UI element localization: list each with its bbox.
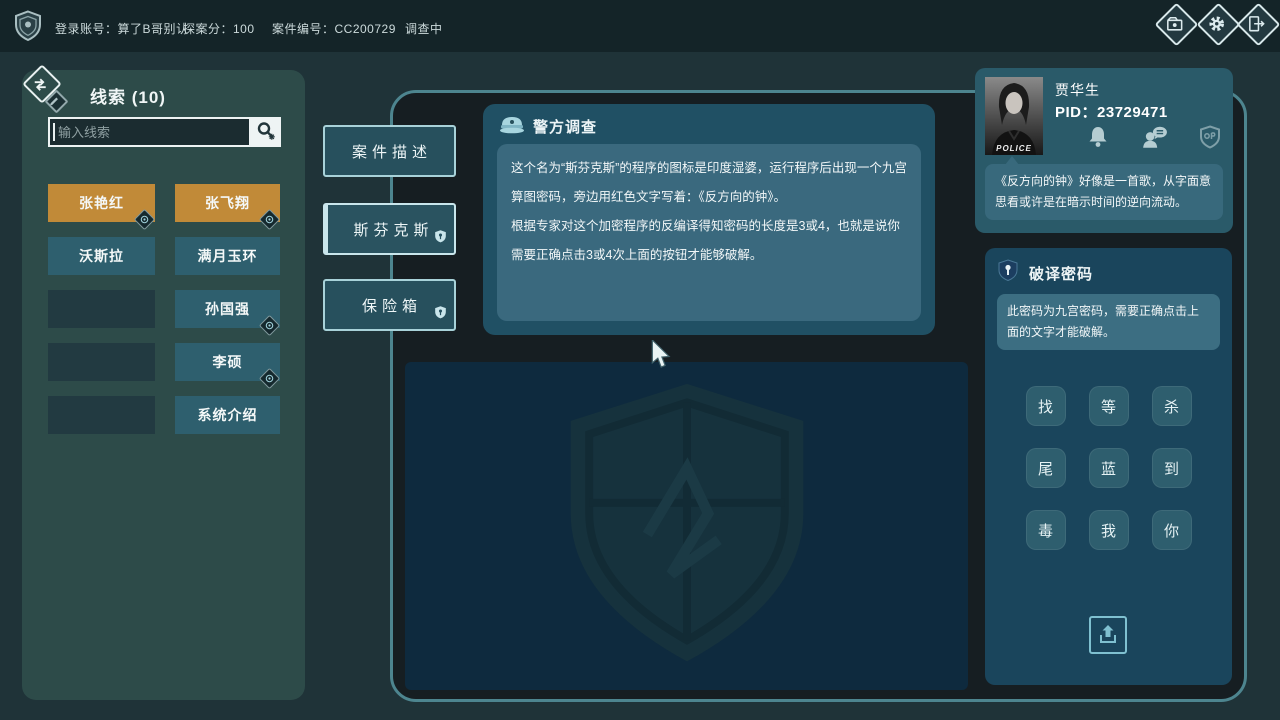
chat-person-icon[interactable] [1141, 124, 1168, 155]
viewed-badge-icon [134, 209, 155, 230]
keypad-cell[interactable]: 蓝 [1089, 448, 1129, 488]
clue-slot-empty [48, 343, 155, 381]
keypad-cell[interactable]: 我 [1089, 510, 1129, 550]
clue-button[interactable]: 系统介绍 [175, 396, 280, 434]
notification-bell-icon[interactable] [1085, 124, 1111, 155]
submit-upload-button[interactable] [1089, 616, 1127, 654]
lock-shield-icon [434, 229, 447, 248]
login-account-label: 登录账号：算了B哥别认 [55, 20, 189, 37]
tab-case-description[interactable]: 案件描述 [323, 125, 456, 177]
tab-label: 斯芬克斯 [353, 219, 433, 240]
photo-caption: POLICE [985, 144, 1043, 153]
clue-label: 张飞翔 [205, 193, 250, 213]
badge-shield-icon[interactable] [1197, 124, 1223, 155]
nine-grid-keypad: 找 等 杀 尾 蓝 到 毒 我 你 [985, 386, 1232, 550]
police-cap-icon [499, 114, 525, 139]
profile-hint-bubble: 《反方向的钟》好像是一首歌，从字面意思看或许是在暗示时间的逆向流动。 [985, 164, 1223, 220]
keypad-cell[interactable]: 尾 [1026, 448, 1066, 488]
police-investigation-section: 警方调查 这个名为“斯芬克斯”的程序的图标是印度湿婆，运行程序后出现一个九宫算图… [483, 104, 935, 335]
top-bar: 登录账号：算了B哥别认 探案分：100 案件编号：CC200729 调查中 [0, 0, 1280, 52]
tab-safe-box[interactable]: 保险箱 [323, 279, 456, 331]
clue-label: 满月玉环 [198, 246, 258, 266]
clue-button[interactable]: 李硕 [175, 343, 280, 381]
viewed-badge-icon [259, 315, 280, 336]
clue-button[interactable]: 满月玉环 [175, 237, 280, 275]
profile-photo[interactable]: POLICE [985, 77, 1043, 155]
exit-button[interactable] [1237, 3, 1280, 47]
profile-card: POLICE 贾华生 PID：23729471 《反方向的钟》好像是一首歌，从字… [975, 68, 1233, 233]
clue-panel: 线索 (10) 张艳红 张飞翔 沃斯拉 满月玉环 孙国强 [22, 70, 305, 700]
app-shield-logo-icon [12, 6, 44, 51]
tab-label: 保险箱 [362, 295, 422, 316]
upload-icon [1096, 622, 1120, 649]
keypad-cell[interactable]: 找 [1026, 386, 1066, 426]
clue-button[interactable]: 孙国强 [175, 290, 280, 328]
detective-score-label: 探案分：100 [183, 20, 255, 37]
keypad-cell[interactable]: 毒 [1026, 510, 1066, 550]
decrypt-hint-box: 此密码为九宫密码，需要正确点击上面的文字才能破解。 [997, 294, 1220, 350]
lock-shield-icon [434, 305, 447, 324]
archive-button[interactable] [1155, 3, 1199, 47]
viewed-badge-icon [259, 209, 280, 230]
investigation-text-box: 这个名为“斯芬克斯”的程序的图标是印度湿婆，运行程序后出现一个九宫算图密码，旁边… [497, 144, 921, 321]
keypad-cell[interactable]: 等 [1089, 386, 1129, 426]
profile-name: 贾华生 [1055, 80, 1100, 100]
tab-label: 案件描述 [352, 141, 432, 162]
decrypt-panel: 破译密码 此密码为九宫密码，需要正确点击上面的文字才能破解。 找 等 杀 尾 蓝… [985, 248, 1232, 685]
exit-icon [1247, 14, 1266, 38]
keypad-cell[interactable]: 杀 [1152, 386, 1192, 426]
archive-icon [1165, 14, 1184, 38]
clue-label: 孙国强 [205, 299, 250, 319]
investigation-paragraph: 这个名为“斯芬克斯”的程序的图标是印度湿婆，运行程序后出现一个九宫算图密码，旁边… [511, 154, 907, 212]
clue-slot-empty [48, 396, 155, 434]
decrypt-title: 破译密码 [1029, 263, 1093, 284]
investigation-title: 警方调查 [533, 116, 597, 137]
clue-button[interactable]: 张飞翔 [175, 184, 280, 222]
puzzle-stage [405, 362, 968, 690]
text-caret [53, 123, 55, 141]
clue-button[interactable]: 张艳红 [48, 184, 155, 222]
settings-gear-icon [1207, 14, 1226, 38]
search-button[interactable] [251, 117, 281, 147]
clue-label: 系统介绍 [198, 405, 258, 425]
keypad-cell[interactable]: 你 [1152, 510, 1192, 550]
investigation-paragraph: 根据专家对这个加密程序的反编译得知密码的长度是3或4，也就是说你需要正确点击3或… [511, 212, 907, 270]
settings-button[interactable] [1197, 3, 1241, 47]
case-status-label: 调查中 [405, 20, 443, 37]
clue-button[interactable]: 沃斯拉 [48, 237, 155, 275]
search-icon [255, 120, 277, 145]
profile-pid: PID：23729471 [1055, 101, 1168, 122]
tab-sphinx[interactable]: 斯芬克斯 [323, 203, 456, 255]
case-number-label: 案件编号：CC200729 [272, 20, 396, 37]
keypad-cell[interactable]: 到 [1152, 448, 1192, 488]
clue-label: 张艳红 [79, 193, 124, 213]
search-input[interactable] [48, 117, 251, 147]
clue-slot-empty [48, 290, 155, 328]
clue-label: 沃斯拉 [79, 246, 124, 266]
lock-shield-icon [997, 258, 1019, 288]
watermark-shield-icon [551, 376, 823, 677]
clue-panel-title: 线索 (10) [90, 83, 166, 108]
viewed-badge-icon [259, 368, 280, 389]
clue-label: 李硕 [213, 352, 243, 372]
